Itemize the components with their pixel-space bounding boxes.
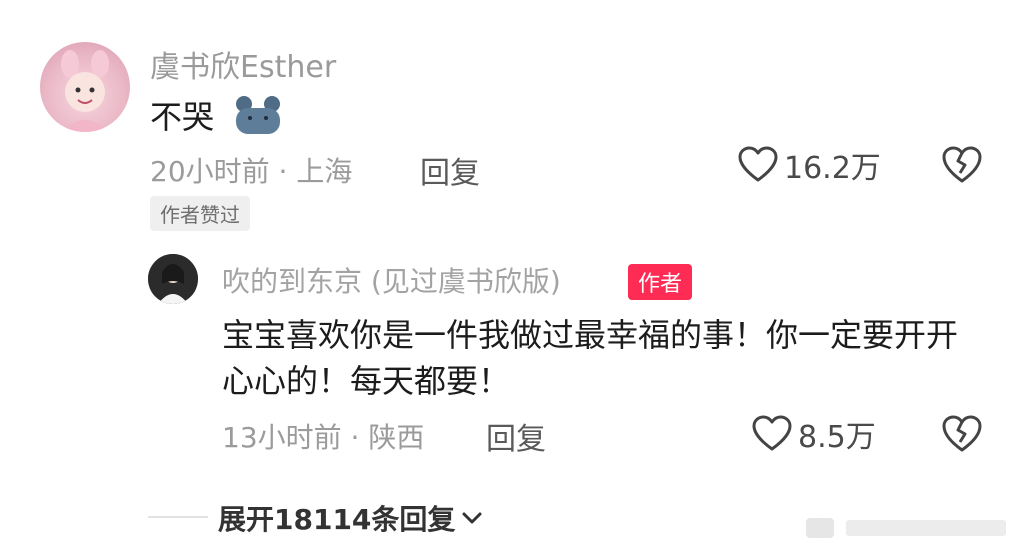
author-tag-badge: 作者 (628, 264, 693, 300)
like-button[interactable]: 16.2万 (738, 143, 881, 187)
reply-text: 宝宝喜欢你是一件我做过最幸福的事！你一定要开开心心的！每天都要！ (222, 316, 959, 400)
reply-author-name[interactable]: 吹的到东京 (见过虞书欣版) (222, 260, 561, 300)
reply-button[interactable]: 回复 (420, 148, 480, 192)
chevron-down-icon (462, 512, 482, 524)
author-liked-badge: 作者赞过 (150, 196, 250, 231)
reply-dislike-button[interactable] (940, 412, 984, 456)
reply-avatar-image (148, 254, 198, 304)
avatar-image (61, 50, 109, 132)
expand-divider (148, 516, 208, 518)
watermark-image (806, 510, 1016, 546)
comment-timestamp-location: 20小时前 · 上海 (150, 155, 353, 188)
heart-outline-icon (738, 146, 778, 182)
broken-heart-icon (942, 146, 982, 183)
comment-text: 不哭 (150, 98, 215, 136)
dislike-button[interactable] (940, 143, 984, 187)
expand-replies-button[interactable]: 展开18114条回复 (218, 498, 485, 538)
avatar[interactable] (40, 42, 130, 132)
reply-reply-button[interactable]: 回复 (486, 414, 546, 458)
comment-author-name[interactable]: 虞书欣Esther (150, 42, 336, 86)
broken-heart-icon (942, 415, 982, 452)
like-count: 16.2万 (784, 151, 881, 186)
expand-replies-label: 展开18114条回复 (218, 503, 456, 536)
bear-emoji-icon (232, 94, 284, 136)
reply-timestamp-location: 13小时前 · 陕西 (222, 421, 425, 454)
reply-like-button[interactable]: 8.5万 (752, 412, 876, 456)
heart-outline-icon (752, 415, 792, 451)
reply-avatar[interactable] (148, 254, 198, 304)
reply-like-count: 8.5万 (798, 420, 876, 455)
